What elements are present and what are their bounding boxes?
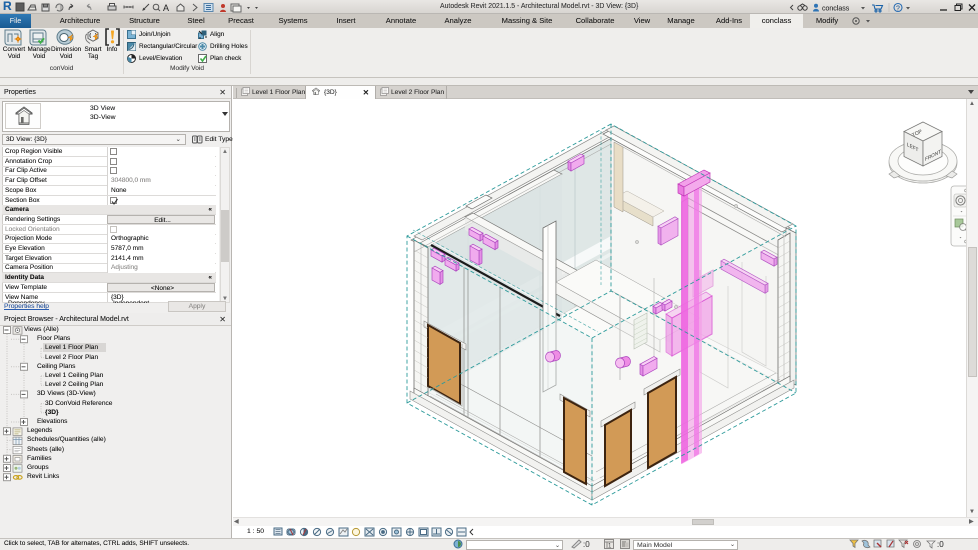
svg-text:?: ? xyxy=(896,5,900,12)
svg-text:A: A xyxy=(163,3,169,13)
svg-text::0: :0 xyxy=(937,540,944,549)
svg-text::0: :0 xyxy=(583,540,590,549)
svg-text:conclass: conclass xyxy=(822,6,850,13)
